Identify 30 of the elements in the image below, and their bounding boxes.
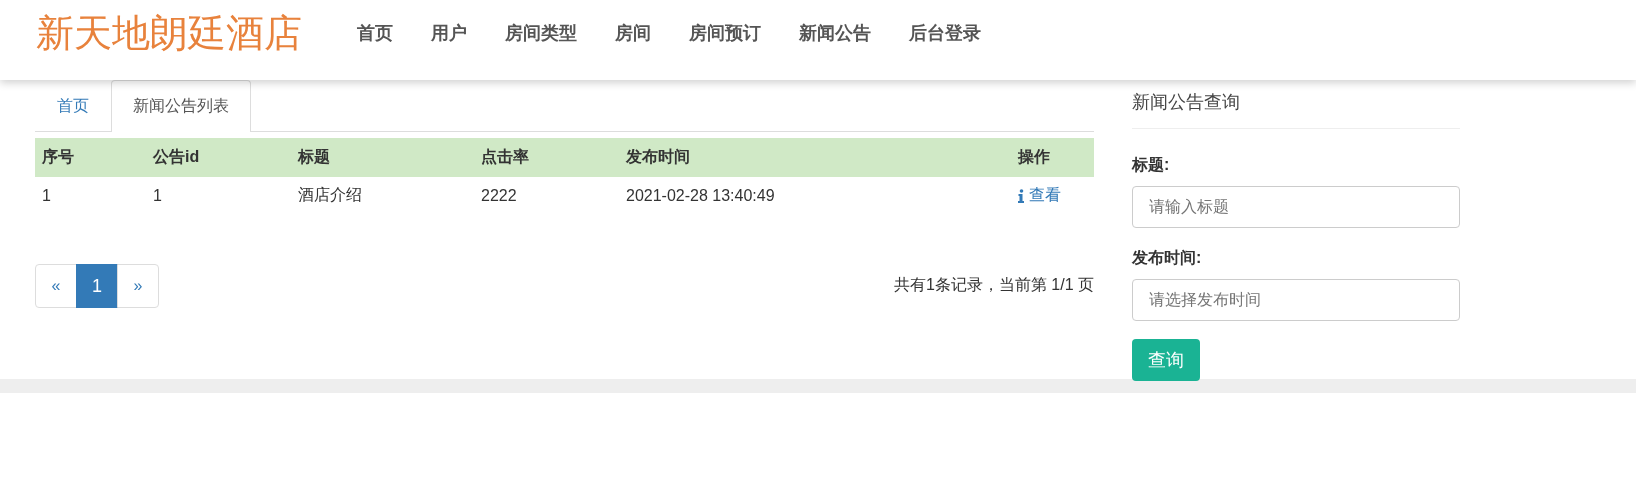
panel-title: 新闻公告查询: [1132, 90, 1460, 129]
nav-link[interactable]: 房间: [596, 21, 670, 45]
column-header: 点击率: [474, 138, 619, 177]
nav-link[interactable]: 后台登录: [890, 21, 1000, 45]
table-cell: 2222: [474, 177, 619, 215]
nav-link[interactable]: 首页: [338, 21, 412, 45]
view-link[interactable]: 查看: [1018, 185, 1061, 206]
field-label: 标题:: [1132, 155, 1171, 175]
table-cell: 2021-02-28 13:40:49: [619, 177, 1011, 215]
nav-link[interactable]: 用户: [412, 21, 486, 45]
tab[interactable]: 新闻公告列表: [111, 80, 251, 132]
input-field[interactable]: 请输入标题: [1132, 186, 1460, 228]
input-field[interactable]: 请选择发布时间: [1132, 279, 1460, 321]
table-cell: 1: [146, 177, 291, 215]
nav-link[interactable]: 房间类型: [486, 21, 596, 45]
field-label: 发布时间:: [1132, 248, 1203, 268]
info-icon: [1018, 188, 1024, 203]
column-header: 操作: [1011, 138, 1094, 177]
column-header: 标题: [291, 138, 474, 177]
record-summary: 共有1条记录，当前第 1/1 页: [893, 275, 1094, 295]
column-header: 发布时间: [619, 138, 1011, 177]
nav-link[interactable]: 房间预订: [670, 21, 780, 45]
column-header: 公告id: [146, 138, 291, 177]
tab[interactable]: 首页: [35, 80, 111, 132]
table-cell: 酒店介绍: [291, 177, 474, 215]
nav-link[interactable]: 新闻公告: [780, 21, 890, 45]
next-page-button[interactable]: »: [117, 263, 159, 308]
column-header: 序号: [35, 138, 146, 177]
table-cell: 1: [35, 177, 146, 215]
page-button[interactable]: 1: [76, 263, 118, 308]
